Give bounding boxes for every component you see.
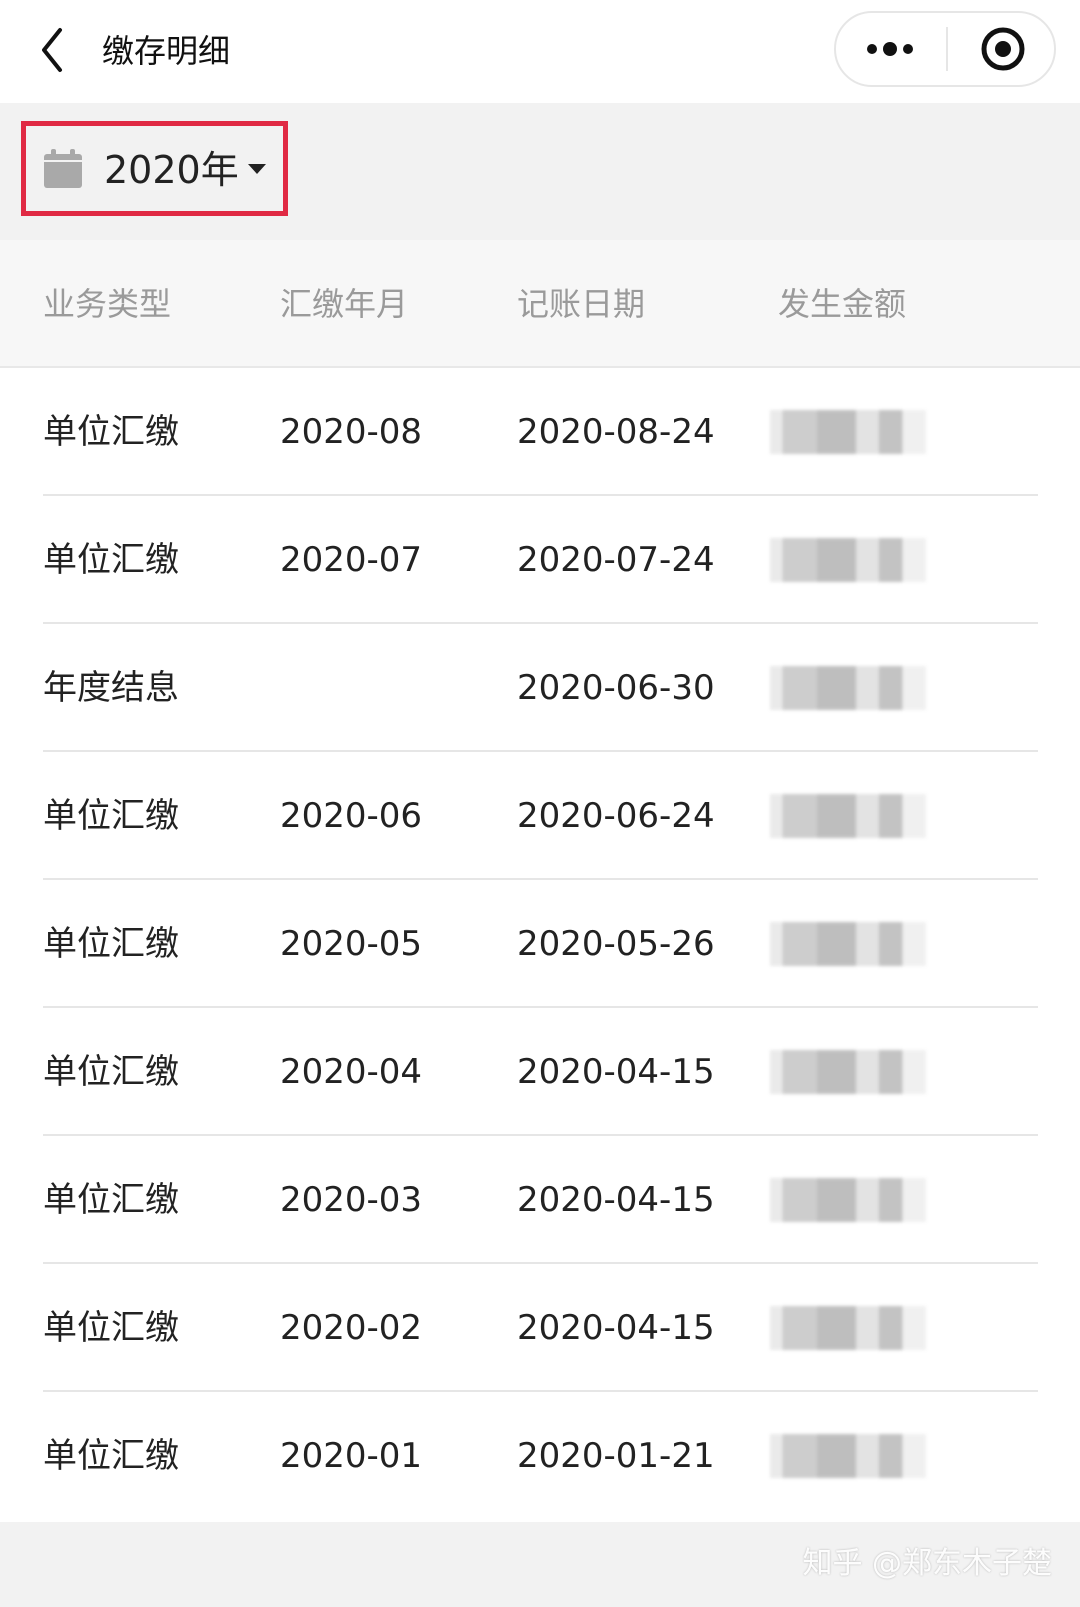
cell-amount-blurred: [770, 538, 926, 582]
cell-posting-date: 2020-04-15: [517, 1052, 715, 1092]
year-selector[interactable]: 2020年: [21, 121, 288, 216]
cell-business-type: 单位汇缴: [43, 1308, 179, 1348]
caret-down-icon: [248, 164, 266, 174]
cell-deposit-month: 2020-05: [280, 924, 423, 964]
cell-amount-blurred: [770, 410, 926, 454]
cell-deposit-month: 2020-02: [280, 1308, 423, 1348]
footer-area: 知乎 @郑东木子楚: [0, 1522, 1080, 1607]
cell-amount-blurred: [770, 1434, 926, 1478]
watermark-text: 知乎 @郑东木子楚: [802, 1546, 1052, 1581]
cell-business-type: 年度结息: [43, 668, 179, 708]
column-header-business-type: 业务类型: [43, 285, 172, 323]
cell-business-type: 单位汇缴: [43, 1436, 179, 1476]
table-row[interactable]: 单位汇缴 2020-04 2020-04-15: [0, 1008, 1080, 1136]
cell-deposit-month: 2020-07: [280, 540, 423, 580]
cell-business-type: 单位汇缴: [43, 924, 179, 964]
close-button[interactable]: [948, 13, 1056, 85]
column-header-deposit-month: 汇缴年月: [280, 285, 409, 323]
cell-amount-blurred: [770, 1050, 926, 1094]
cell-business-type: 单位汇缴: [43, 1052, 179, 1092]
cell-deposit-month: 2020-08: [280, 412, 423, 452]
more-dots-icon: [867, 42, 913, 56]
cell-amount-blurred: [770, 794, 926, 838]
column-header-amount: 发生金额: [778, 285, 907, 323]
cell-posting-date: 2020-04-15: [517, 1180, 715, 1220]
year-label: 2020年: [104, 148, 239, 192]
cell-amount-blurred: [770, 1306, 926, 1350]
page-title: 缴存明细: [102, 32, 231, 70]
cell-deposit-month: 2020-03: [280, 1180, 423, 1220]
table-row[interactable]: 单位汇缴 2020-02 2020-04-15: [0, 1264, 1080, 1392]
deposit-detail-table: 业务类型 汇缴年月 记账日期 发生金额 单位汇缴 2020-08 2020-08…: [0, 240, 1080, 1522]
table-row[interactable]: 单位汇缴 2020-01 2020-01-21: [0, 1392, 1080, 1520]
cell-posting-date: 2020-01-21: [517, 1436, 715, 1476]
table-header: 业务类型 汇缴年月 记账日期 发生金额: [0, 240, 1080, 368]
cell-amount-blurred: [770, 922, 926, 966]
table-row[interactable]: 单位汇缴 2020-07 2020-07-24: [0, 496, 1080, 624]
cell-business-type: 单位汇缴: [43, 1180, 179, 1220]
cell-amount-blurred: [770, 666, 926, 710]
cell-business-type: 单位汇缴: [43, 540, 179, 580]
table-row[interactable]: 单位汇缴 2020-08 2020-08-24: [0, 368, 1080, 496]
cell-posting-date: 2020-04-15: [517, 1308, 715, 1348]
table-row[interactable]: 年度结息 2020-06-30: [0, 624, 1080, 752]
cell-posting-date: 2020-08-24: [517, 412, 715, 452]
cell-deposit-month: 2020-04: [280, 1052, 423, 1092]
filter-bar: 2020年: [0, 103, 1080, 240]
table-row[interactable]: 单位汇缴 2020-06 2020-06-24: [0, 752, 1080, 880]
cell-posting-date: 2020-05-26: [517, 924, 715, 964]
top-navigation-bar: 缴存明细: [0, 0, 1080, 103]
more-button[interactable]: [836, 13, 946, 85]
table-body: 单位汇缴 2020-08 2020-08-24 单位汇缴 2020-07 202…: [0, 368, 1080, 1520]
calendar-icon: [44, 149, 82, 188]
back-button[interactable]: [30, 22, 90, 82]
chevron-left-icon: [42, 28, 62, 72]
mini-program-capsule: [834, 11, 1056, 87]
cell-deposit-month: 2020-06: [280, 796, 423, 836]
cell-posting-date: 2020-06-30: [517, 668, 715, 708]
cell-business-type: 单位汇缴: [43, 796, 179, 836]
table-row[interactable]: 单位汇缴 2020-03 2020-04-15: [0, 1136, 1080, 1264]
table-row[interactable]: 单位汇缴 2020-05 2020-05-26: [0, 880, 1080, 1008]
cell-posting-date: 2020-06-24: [517, 796, 715, 836]
cell-business-type: 单位汇缴: [43, 412, 179, 452]
cell-amount-blurred: [770, 1178, 926, 1222]
cell-deposit-month: 2020-01: [280, 1436, 423, 1476]
column-header-posting-date: 记账日期: [517, 285, 646, 323]
cell-posting-date: 2020-07-24: [517, 540, 715, 580]
target-circle-icon: [981, 27, 1025, 71]
